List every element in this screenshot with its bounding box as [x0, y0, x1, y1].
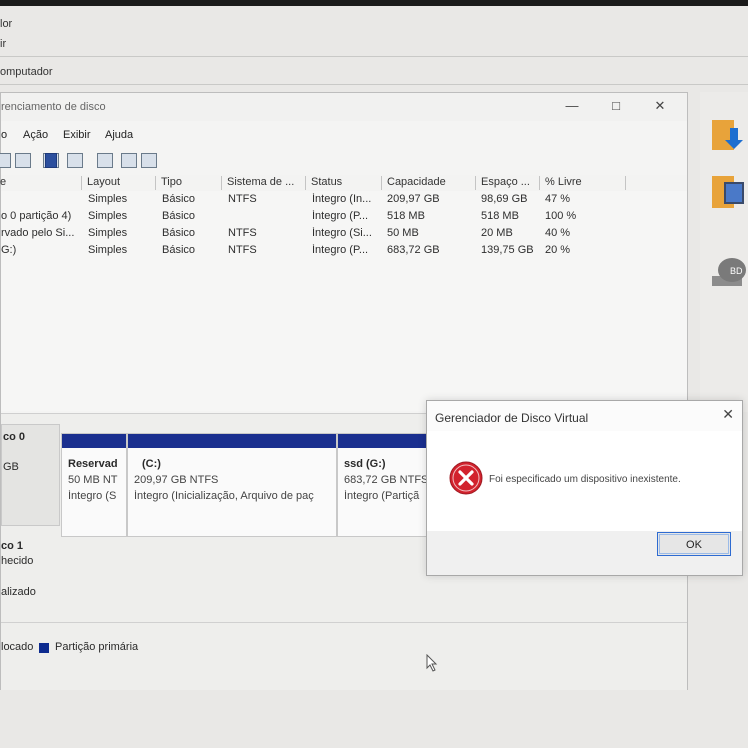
- menu-help[interactable]: Ajuda: [105, 129, 133, 141]
- background-desktop-icons: BD: [700, 92, 748, 412]
- column-header-volume[interactable]: e: [0, 176, 80, 190]
- column-header-type[interactable]: Tipo: [155, 176, 221, 190]
- maximize-button[interactable]: □: [601, 95, 631, 117]
- toolbar-check-icon[interactable]: [121, 153, 137, 168]
- videos-folder-icon[interactable]: [710, 170, 746, 212]
- partition-status: Íntegro (S: [68, 490, 117, 502]
- column-header-status[interactable]: Status: [305, 176, 381, 190]
- disk-1-status: hecido: [1, 555, 34, 567]
- column-header-capacity[interactable]: Capacidade: [381, 176, 475, 190]
- column-header-percent-free[interactable]: % Livre: [539, 176, 625, 190]
- error-icon: [449, 461, 483, 495]
- close-button[interactable]: ✕: [645, 95, 675, 117]
- column-header-filesystem[interactable]: Sistema de ...: [221, 176, 305, 190]
- partition-status: Íntegro (Partiçã: [344, 490, 420, 502]
- dialog-message: Foi especificado um dispositivo inexiste…: [489, 474, 681, 485]
- toolbar-grid-icon[interactable]: [67, 153, 83, 168]
- table-row[interactable]: Simples Básico NTFS Íntegro (In... 209,9…: [1, 193, 687, 209]
- background-divider: [0, 84, 748, 85]
- table-row[interactable]: o 0 partição 4) Simples Básico Íntegro (…: [1, 210, 687, 226]
- disk-1-name: co 1: [1, 540, 24, 552]
- minimize-button[interactable]: —: [557, 95, 587, 117]
- divider: [1, 622, 687, 623]
- column-header-free-space[interactable]: Espaço ...: [475, 176, 539, 190]
- toolbar-settings-icon[interactable]: [141, 153, 157, 168]
- error-dialog: Gerenciador de Disco Virtual ✕ Foi espec…: [426, 400, 743, 576]
- table-row[interactable]: rvado pelo Si... Simples Básico NTFS Ínt…: [1, 227, 687, 243]
- disk-management-window: renciamento de disco — □ ✕ o Ação Exibir…: [0, 92, 688, 690]
- partition-ssd-g[interactable]: ssd (G:) 683,72 GB NTFS Íntegro (Partiçã: [337, 433, 429, 537]
- window-title: renciamento de disco: [1, 101, 106, 113]
- toolbar-connect-icon[interactable]: [97, 153, 113, 168]
- menu-file[interactable]: o: [1, 129, 7, 141]
- partition-size: 209,97 GB NTFS: [134, 474, 219, 486]
- downloads-folder-icon[interactable]: [710, 114, 746, 154]
- partition-reserved[interactable]: Reservad 50 MB NT Íntegro (S: [61, 433, 127, 537]
- volume-list-header: e Layout Tipo Sistema de ... Status Capa…: [0, 175, 687, 192]
- partition-name: (C:): [142, 458, 161, 470]
- column-header-layout[interactable]: Layout: [81, 176, 155, 190]
- legend-unallocated: locado: [1, 641, 34, 653]
- help-icon[interactable]: [45, 153, 57, 168]
- disk-0-label[interactable]: co 0 GB: [1, 424, 60, 526]
- disk-0-size: GB: [3, 461, 19, 473]
- mouse-pointer-icon: [426, 654, 438, 672]
- disk-1-init-status: alizado: [1, 586, 36, 598]
- partition-name: ssd (G:): [344, 458, 386, 470]
- disk-1-label[interactable]: co 1 hecido alizado: [1, 540, 36, 598]
- bd-drive-icon[interactable]: BD: [710, 252, 748, 294]
- menu-view[interactable]: Exibir: [63, 129, 91, 141]
- toolbar: [0, 151, 687, 171]
- svg-text:BD: BD: [730, 266, 743, 276]
- partition-size: 683,72 GB NTFS: [344, 474, 428, 486]
- table-row[interactable]: G:) Simples Básico NTFS Íntegro (P... 68…: [1, 244, 687, 260]
- dialog-body: Foi especificado um dispositivo inexiste…: [427, 431, 742, 531]
- legend-primary-swatch: [39, 643, 49, 653]
- background-menu-item[interactable]: lor: [0, 18, 12, 30]
- legend-primary: Partição primária: [55, 641, 139, 653]
- primary-partition-bar: [128, 434, 336, 448]
- background-menu-item[interactable]: ir: [0, 38, 6, 50]
- toolbar-list-icon[interactable]: [15, 153, 31, 168]
- background-breadcrumb[interactable]: omputador: [0, 66, 53, 78]
- toolbar-back-icon[interactable]: [0, 153, 11, 168]
- primary-partition-bar: [62, 434, 126, 448]
- title-bar[interactable]: renciamento de disco — □ ✕: [1, 93, 687, 121]
- partition-status: Íntegro (Inicialização, Arquivo de paç: [134, 490, 314, 502]
- background-divider: [0, 56, 748, 57]
- primary-partition-bar: [338, 434, 428, 448]
- dialog-close-button[interactable]: ✕: [722, 406, 734, 423]
- disk-0-name: co 0: [3, 431, 26, 443]
- dialog-title: Gerenciador de Disco Virtual: [435, 411, 589, 425]
- column-header-empty: [625, 176, 687, 190]
- ok-button[interactable]: OK: [657, 532, 731, 556]
- partition-size: 50 MB NT: [68, 474, 118, 486]
- partition-name: Reservad: [68, 458, 118, 470]
- menu-action[interactable]: Ação: [23, 129, 48, 141]
- partition-c[interactable]: (C:) 209,97 GB NTFS Íntegro (Inicializaç…: [127, 433, 337, 537]
